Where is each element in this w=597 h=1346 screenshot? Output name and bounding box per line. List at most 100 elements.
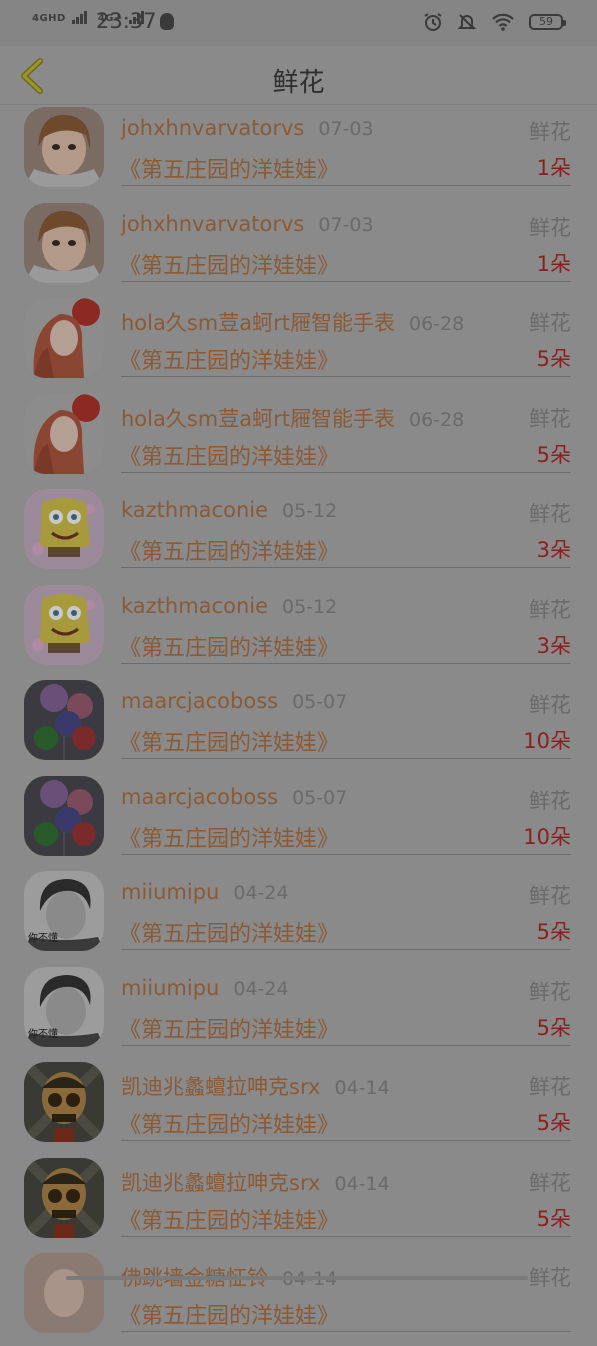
divider: [121, 1235, 571, 1237]
gift-type: 鲜花: [529, 406, 571, 431]
username[interactable]: maarcjacoboss: [121, 785, 278, 809]
mute-bell-icon: [457, 14, 477, 30]
list-item[interactable]: kazthmaconie 05-12 鲜花 《第五庄园的洋娃娃》 3朵: [0, 582, 597, 678]
network-label-1: 4GHD: [32, 13, 66, 24]
book-title[interactable]: 《第五庄园的洋娃娃》: [119, 534, 339, 566]
list-item[interactable]: johxhnvarvatorvs 07-03 鲜花 《第五庄园的洋娃娃》 1朵: [0, 200, 597, 296]
divider: [121, 662, 571, 664]
gift-type: 鲜花: [529, 788, 571, 813]
date: 04-24: [233, 977, 289, 1000]
row-header: hola久sm荳a蚵rt屜智能手表 06-28: [121, 403, 464, 433]
gift-amount: 5朵: [536, 920, 571, 944]
list-item[interactable]: 你不懂 miiumipu 04-24 鲜花 《第五庄园的洋娃娃》 5朵: [0, 964, 597, 1060]
book-title[interactable]: 《第五庄园的洋娃娃》: [119, 630, 339, 662]
date: 04-24: [233, 882, 289, 904]
username[interactable]: maarcjacoboss: [121, 689, 278, 713]
divider: [121, 185, 571, 186]
date: 04-14: [334, 1077, 390, 1099]
avatar[interactable]: [24, 489, 104, 569]
book-title[interactable]: 《第五庄园的洋娃娃》: [119, 1012, 339, 1044]
divider: [121, 1140, 571, 1141]
book-title[interactable]: 《第五庄园的洋娃娃》: [119, 725, 339, 757]
book-title[interactable]: 《第五庄园的洋娃娃》: [119, 1107, 339, 1139]
username[interactable]: 凯迪兆蠡蟺拉呻克srx: [121, 1171, 320, 1195]
list-item[interactable]: hola久sm荳a蚵rt屜智能手表 06-28 鲜花 《第五庄园的洋娃娃》 5朵: [0, 391, 597, 487]
gift-type: 鲜花: [529, 215, 571, 240]
gift-type: 鲜花: [529, 1075, 571, 1099]
gift-type: 鲜花: [529, 311, 571, 335]
row-header: 凯迪兆蠡蟺拉呻克srx 04-14: [121, 1071, 390, 1101]
list-item[interactable]: 佛跳墙金糖怔铃04-14 鲜花 《第五庄园的洋娃娃》: [0, 1250, 597, 1346]
avatar[interactable]: [24, 1062, 104, 1142]
list-item[interactable]: maarcjacoboss 05-07 鲜花 《第五庄园的洋娃娃》 10朵: [0, 773, 597, 869]
book-title[interactable]: 《第五庄园的洋娃娃》: [119, 916, 339, 948]
qq-notification-icon: [160, 13, 174, 30]
gift-amount: 5朵: [536, 1206, 571, 1231]
avatar[interactable]: 你不懂: [24, 966, 104, 1047]
gift-type: 鲜花: [529, 693, 571, 717]
avatar[interactable]: [24, 680, 104, 760]
avatar[interactable]: [24, 202, 104, 283]
battery-level: 59: [539, 15, 553, 28]
avatar[interactable]: [24, 298, 104, 378]
list-item[interactable]: maarcjacoboss 05-07 鲜花 《第五庄园的洋娃娃》 10朵: [0, 677, 597, 773]
username[interactable]: hola久sm荳a蚵rt屜智能手表: [121, 407, 395, 431]
username[interactable]: johxhnvarvatorvs: [121, 212, 304, 236]
avatar[interactable]: [24, 775, 104, 856]
divider: [121, 376, 571, 377]
divider: [121, 853, 571, 855]
row-header: maarcjacoboss 05-07: [121, 689, 347, 713]
avatar[interactable]: [24, 584, 104, 665]
flower-record-list: johxhnvarvatorvs 07-03 鲜花 《第五庄园的洋娃娃》 1朵 j…: [0, 104, 597, 1346]
wifi-icon: [492, 13, 514, 31]
username[interactable]: kazthmaconie: [121, 594, 268, 618]
list-item[interactable]: hola久sm荳a蚵rt屜智能手表 06-28 鲜花 《第五庄园的洋娃娃》 5朵: [0, 295, 597, 391]
status-bar: 4GHD 4G+ 23:37 59: [0, 0, 597, 46]
date: 07-03: [318, 213, 374, 236]
username[interactable]: johxhnvarvatorvs: [121, 116, 304, 140]
divider: [121, 1044, 571, 1046]
username[interactable]: miiumipu: [121, 976, 219, 1000]
gift-type: 鲜花: [529, 1170, 571, 1195]
divider: [121, 1331, 571, 1332]
list-item[interactable]: 你不懂 miiumipu 04-24 鲜花 《第五庄园的洋娃娃》 5朵: [0, 868, 597, 964]
username[interactable]: hola久sm荳a蚵rt屜智能手表: [121, 311, 395, 335]
avatar[interactable]: [24, 1157, 104, 1238]
date: 05-07: [292, 786, 348, 809]
username[interactable]: kazthmaconie: [121, 498, 268, 522]
gift-amount: 10朵: [523, 824, 571, 849]
username[interactable]: 凯迪兆蠡蟺拉呻克srx: [121, 1075, 320, 1099]
book-title[interactable]: 《第五庄园的洋娃娃》: [119, 439, 339, 471]
book-title[interactable]: 《第五庄园的洋娃娃》: [119, 821, 339, 853]
svg-text:你不懂: 你不懂: [28, 1027, 58, 1040]
gift-type: 鲜花: [529, 502, 571, 526]
avatar[interactable]: [24, 1253, 104, 1333]
date: 05-07: [292, 691, 348, 713]
gift-type: 鲜花: [529, 979, 571, 1004]
avatar[interactable]: [24, 393, 104, 474]
list-item[interactable]: 凯迪兆蠡蟺拉呻克srx 04-14 鲜花 《第五庄园的洋娃娃》 5朵: [0, 1155, 597, 1251]
book-title[interactable]: 《第五庄园的洋娃娃》: [119, 343, 339, 375]
list-item[interactable]: 凯迪兆蠡蟺拉呻克srx 04-14 鲜花 《第五庄园的洋娃娃》 5朵: [0, 1059, 597, 1155]
book-title[interactable]: 《第五庄园的洋娃娃》: [119, 152, 339, 184]
book-title[interactable]: 《第五庄园的洋娃娃》: [119, 1203, 339, 1235]
row-header: hola久sm荳a蚵rt屜智能手表 06-28: [121, 307, 464, 337]
gift-amount: 10朵: [523, 729, 571, 753]
row-header: kazthmaconie 05-12: [121, 594, 337, 618]
date: 04-14: [334, 1172, 390, 1195]
divider: [121, 949, 571, 950]
gift-amount: 1朵: [536, 156, 571, 180]
alarm-icon: [424, 13, 442, 31]
book-title[interactable]: 《第五庄园的洋娃娃》: [119, 1298, 339, 1330]
avatar[interactable]: 你不懂: [24, 871, 104, 951]
avatar[interactable]: [24, 107, 104, 187]
divider: [121, 567, 571, 568]
list-item[interactable]: johxhnvarvatorvs 07-03 鲜花 《第五庄园的洋娃娃》 1朵: [0, 104, 597, 200]
gift-amount: 5朵: [536, 347, 571, 371]
username[interactable]: miiumipu: [121, 880, 219, 904]
list-item[interactable]: kazthmaconie 05-12 鲜花 《第五庄园的洋娃娃》 3朵: [0, 486, 597, 582]
gift-amount: 3朵: [536, 538, 571, 562]
book-title[interactable]: 《第五庄园的洋娃娃》: [119, 248, 339, 280]
clock: 23:37: [96, 9, 157, 33]
row-header: miiumipu 04-24: [121, 976, 289, 1000]
